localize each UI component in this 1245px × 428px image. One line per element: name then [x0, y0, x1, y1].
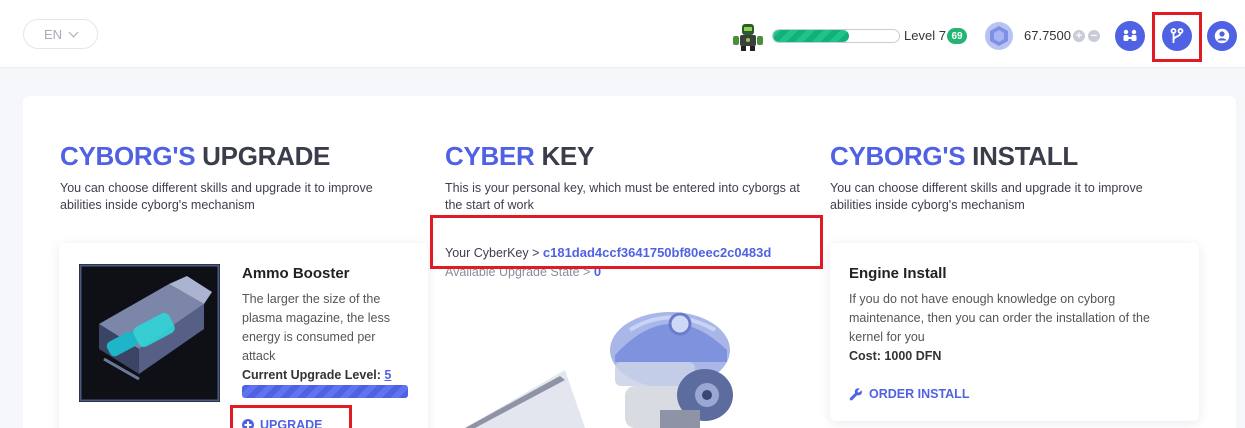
- wrench-icon: [849, 388, 862, 401]
- upgrade-level-progress-bar: [242, 385, 408, 398]
- coin-icon: [985, 22, 1013, 50]
- upgrade-description: You can choose different skills and upgr…: [60, 181, 373, 212]
- branch-button[interactable]: [1162, 21, 1192, 51]
- experience-progress-bar: [772, 29, 900, 43]
- upgrade-state-value: 0: [593, 264, 602, 279]
- team-button[interactable]: [1115, 21, 1145, 51]
- upgrade-level-progress-fill: [242, 385, 408, 398]
- install-title: CYBORG'S INSTALL: [830, 141, 1078, 171]
- balance-value: 67.7500: [1024, 28, 1071, 43]
- engine-install-text: If you do not have enough knowledge on c…: [849, 292, 1150, 344]
- upgrade-title: CYBORG'S UPGRADE: [60, 141, 331, 171]
- upgrade-level-text: Current Upgrade Level: 5: [242, 368, 392, 382]
- order-install-button[interactable]: ORDER INSTALL: [849, 387, 969, 401]
- cyber-key-title: CYBER KEY: [445, 141, 594, 171]
- profile-button[interactable]: [1207, 21, 1237, 51]
- top-bar: EN Level 7 69 67.7500 + −: [0, 0, 1245, 68]
- level-badge: 69: [947, 28, 967, 44]
- cyber-key-description: This is your personal key, which must be…: [445, 181, 800, 212]
- ammo-booster-image: [79, 264, 220, 402]
- upgrade-level-value[interactable]: 5: [384, 368, 391, 382]
- engine-install-title: Engine Install: [849, 265, 947, 282]
- cyborg-avatar-icon: [733, 24, 763, 51]
- remove-balance-button[interactable]: −: [1088, 30, 1100, 42]
- upgrade-state-line: Available Upgrade State > 0: [445, 264, 602, 279]
- code-branch-icon: [1170, 28, 1184, 43]
- add-balance-button[interactable]: +: [1073, 30, 1085, 42]
- ammo-booster-title: Ammo Booster: [242, 265, 350, 282]
- language-value: EN: [43, 26, 63, 42]
- cyber-key-value[interactable]: c181dad4ccf3641750bf80eec2c0483d: [543, 245, 771, 260]
- language-selector[interactable]: EN: [23, 19, 98, 49]
- level-label: Level 7: [904, 28, 946, 43]
- experience-progress-fill: [773, 30, 849, 42]
- install-description: You can choose different skills and upgr…: [830, 181, 1143, 212]
- engine-install-cost: Cost: 1000 DFN: [849, 349, 942, 363]
- cyborg-robot-image: [465, 312, 733, 428]
- plus-circle-icon: [242, 419, 254, 428]
- cyber-key-line: Your CyberKey > c181dad4ccf3641750bf80ee…: [445, 245, 772, 260]
- user-circle-icon: [1214, 28, 1230, 44]
- team-icon: [1123, 29, 1137, 41]
- ammo-booster-text: The larger the size of the plasma magazi…: [242, 292, 390, 363]
- chevron-down-icon: [68, 27, 79, 37]
- upgrade-button[interactable]: UPGRADE: [242, 418, 323, 428]
